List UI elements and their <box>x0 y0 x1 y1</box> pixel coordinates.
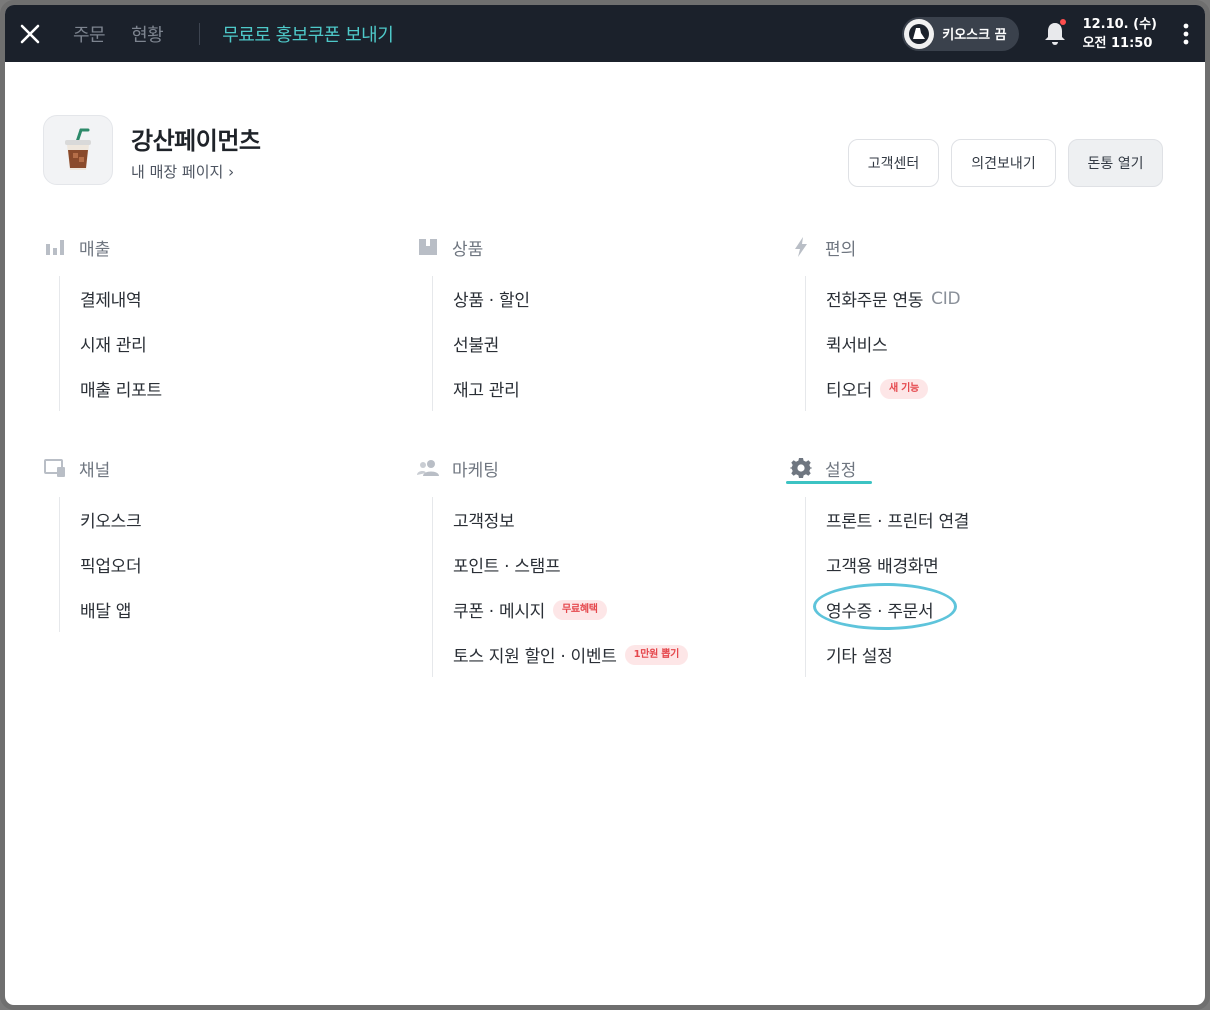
cid-tag: CID <box>931 288 961 309</box>
section-settings: 설정 프론트 · 프린터 연결 고객용 배경화면 영수증 · 주문서 기타 설정 <box>789 453 1149 677</box>
app-window: 주문 현황 무료로 홍보쿠폰 보내기 키오스크 끔 12.10. (수) 오전 … <box>0 0 1210 1010</box>
customer-center-button[interactable]: 고객센터 <box>848 139 939 187</box>
close-icon <box>20 24 40 43</box>
kiosk-person-icon <box>909 23 930 44</box>
menu-kiosk[interactable]: 키오스크 <box>80 497 403 542</box>
menu-other-settings[interactable]: 기타 설정 <box>826 632 1149 677</box>
tab-status[interactable]: 현황 <box>131 21 164 47</box>
date-text: 12.10. (수) <box>1082 16 1157 32</box>
store-header: 강산페이먼츠 내 매장 페이지 › 고객센터 의견보내기 돈통 열기 <box>43 115 1163 195</box>
receipt-highlight-circle <box>813 583 957 630</box>
menu-customer-info[interactable]: 고객정보 <box>453 497 776 542</box>
menu-phone-order-label: 전화주문 연동 <box>826 291 924 311</box>
my-store-page-link[interactable]: 내 매장 페이지 › <box>131 161 234 182</box>
menu-torder-label: 티오더 <box>826 381 873 401</box>
section-settings-header[interactable]: 설정 <box>789 453 1149 483</box>
section-channel-title: 채널 <box>79 460 111 481</box>
topbar-right-controls: 키오스크 끔 12.10. (수) 오전 11:50 <box>902 5 1205 62</box>
notification-button[interactable] <box>1037 14 1073 54</box>
section-marketing-list: 고객정보 포인트 · 스탬프 쿠폰 · 메시지 무료혜택 토스 지원 할인 · … <box>432 497 776 677</box>
menu-cash-management[interactable]: 시재 관리 <box>80 321 403 366</box>
tab-orders[interactable]: 주문 <box>73 21 106 47</box>
kiosk-toggle[interactable]: 키오스크 끔 <box>902 16 1019 51</box>
section-marketing: 마케팅 고객정보 포인트 · 스탬프 쿠폰 · 메시지 무료혜택 토스 지원 할… <box>416 453 776 677</box>
section-settings-title: 설정 <box>825 460 857 481</box>
section-marketing-header: 마케팅 <box>416 453 776 483</box>
menu-inventory[interactable]: 재고 관리 <box>453 366 776 411</box>
section-products-title: 상품 <box>452 239 484 260</box>
menu-front-printer[interactable]: 프론트 · 프린터 연결 <box>826 497 1149 542</box>
menu-points-stamps[interactable]: 포인트 · 스탬프 <box>453 542 776 587</box>
menu-quick-service[interactable]: 퀵서비스 <box>826 321 1149 366</box>
lucky-draw-badge: 1만원 뽑기 <box>624 644 689 665</box>
menu-toss-discount-events[interactable]: 토스 지원 할인 · 이벤트 1만원 뽑기 <box>453 632 776 677</box>
nav-divider <box>199 22 201 45</box>
section-convenience-header: 편의 <box>789 232 1149 262</box>
top-navigation-bar: 주문 현황 무료로 홍보쿠폰 보내기 키오스크 끔 12.10. (수) 오전 … <box>5 5 1205 62</box>
send-feedback-button[interactable]: 의견보내기 <box>951 139 1056 187</box>
more-vertical-icon <box>1183 23 1189 44</box>
section-convenience: 편의 전화주문 연동 CID 퀵서비스 티오더 새 기능 <box>789 232 1149 411</box>
open-cash-drawer-button[interactable]: 돈통 열기 <box>1068 139 1163 187</box>
menu-payment-history[interactable]: 결제내역 <box>80 276 403 321</box>
menu-products-discounts[interactable]: 상품 · 할인 <box>453 276 776 321</box>
menu-phone-order-link[interactable]: 전화주문 연동 CID <box>826 276 1149 321</box>
people-icon <box>416 456 440 480</box>
menu-toss-discount-events-label: 토스 지원 할인 · 이벤트 <box>453 647 617 667</box>
section-channel-list: 키오스크 픽업오더 배달 앱 <box>59 497 403 632</box>
section-sales-header: 매출 <box>43 232 403 262</box>
section-channel-header: 채널 <box>43 453 403 483</box>
menu-customer-wallpaper[interactable]: 고객용 배경화면 <box>826 542 1149 587</box>
kiosk-toggle-label: 키오스크 끔 <box>942 28 1007 43</box>
lightning-icon <box>789 235 813 259</box>
close-button[interactable] <box>5 5 55 62</box>
kiosk-toggle-knob <box>904 18 935 49</box>
store-logo <box>43 115 113 185</box>
section-sales-title: 매출 <box>79 239 111 260</box>
iced-coffee-icon <box>65 128 91 170</box>
section-channel: 채널 키오스크 픽업오더 배달 앱 <box>43 453 403 632</box>
new-feature-badge: 새 기능 <box>880 378 928 399</box>
free-benefit-badge: 무료혜택 <box>553 599 607 620</box>
menu-sales-report[interactable]: 매출 리포트 <box>80 366 403 411</box>
menu-delivery-app[interactable]: 배달 앱 <box>80 587 403 632</box>
section-convenience-list: 전화주문 연동 CID 퀵서비스 티오더 새 기능 <box>805 276 1149 411</box>
more-menu-button[interactable] <box>1167 5 1205 62</box>
section-sales-list: 결제내역 시재 관리 매출 리포트 <box>59 276 403 411</box>
settings-active-underline <box>786 481 872 484</box>
section-products-list: 상품 · 할인 선불권 재고 관리 <box>432 276 776 411</box>
menu-coupons-messages[interactable]: 쿠폰 · 메시지 무료혜택 <box>453 587 776 632</box>
menu-pickup-order[interactable]: 픽업오더 <box>80 542 403 587</box>
box-icon <box>416 235 440 259</box>
store-name: 강산페이먼츠 <box>131 127 261 155</box>
gear-icon <box>789 456 813 480</box>
header-buttons: 고객센터 의견보내기 돈통 열기 <box>848 139 1163 187</box>
datetime-display: 12.10. (수) 오전 11:50 <box>1083 15 1157 53</box>
promo-coupon-link[interactable]: 무료로 홍보쿠폰 보내기 <box>222 21 394 47</box>
notification-dot <box>1059 18 1066 25</box>
section-convenience-title: 편의 <box>825 239 857 260</box>
time-text: 오전 11:50 <box>1082 35 1153 51</box>
section-marketing-title: 마케팅 <box>452 460 499 481</box>
bar-chart-icon <box>43 235 67 259</box>
menu-coupons-messages-label: 쿠폰 · 메시지 <box>453 602 546 622</box>
monitor-icon <box>43 456 67 480</box>
menu-prepaid-vouchers[interactable]: 선불권 <box>453 321 776 366</box>
section-products-header: 상품 <box>416 232 776 262</box>
menu-torder[interactable]: 티오더 새 기능 <box>826 366 1149 411</box>
section-sales: 매출 결제내역 시재 관리 매출 리포트 <box>43 232 403 411</box>
section-products: 상품 상품 · 할인 선불권 재고 관리 <box>416 232 776 411</box>
